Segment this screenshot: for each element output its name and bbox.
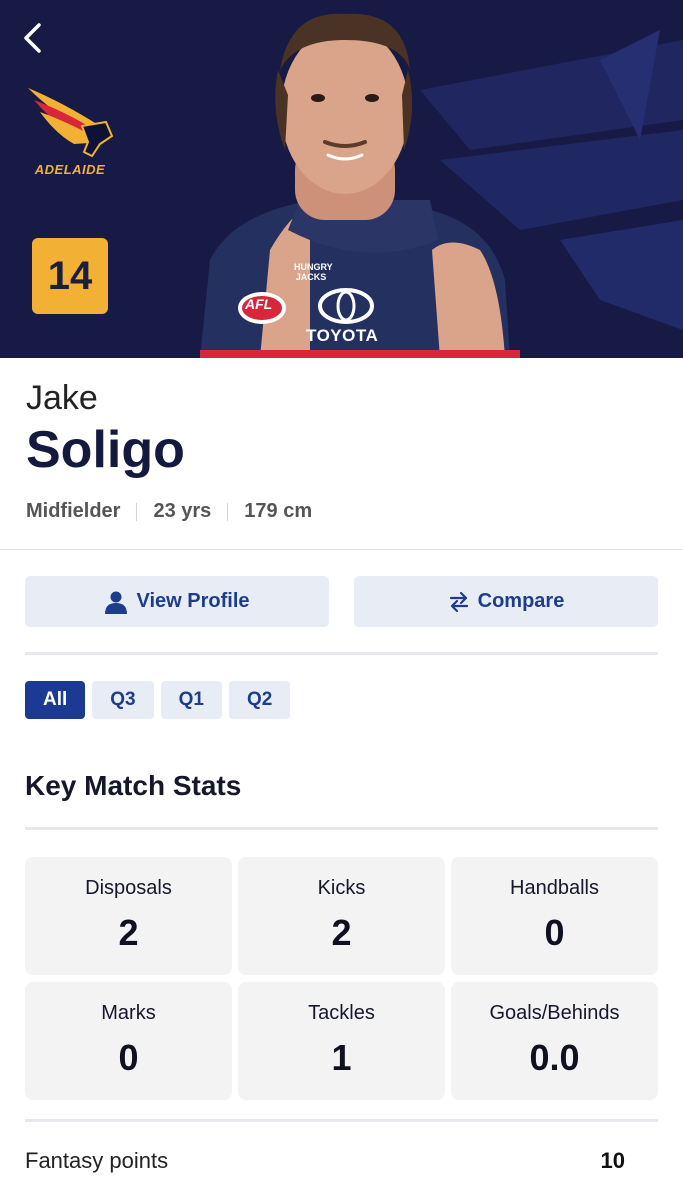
sponsor-toyota-text: TOYOTA <box>306 326 379 345</box>
person-icon <box>105 591 128 614</box>
stat-value: 1 <box>331 1037 352 1078</box>
meta-separator <box>227 502 229 521</box>
stat-card-kicks: Kicks 2 <box>238 857 445 975</box>
stat-card-marks: Marks 0 <box>25 982 232 1100</box>
section-divider <box>0 549 683 550</box>
stat-label: Kicks <box>317 877 366 899</box>
player-age: 23 yrs <box>153 500 212 522</box>
stat-label: Marks <box>101 1002 156 1024</box>
jumper-number-badge: 14 <box>32 238 108 314</box>
player-first-name: Jake <box>26 379 98 417</box>
afl-badge-text: AFL <box>245 296 273 312</box>
stat-label: Tackles <box>308 1002 375 1024</box>
filter-tab-q3[interactable]: Q3 <box>92 681 154 719</box>
stat-value: 0 <box>544 912 565 953</box>
player-height: 179 cm <box>244 500 313 522</box>
action-buttons-row: View Profile Compare <box>25 576 658 627</box>
fantasy-points-label: Fantasy points <box>25 1148 169 1173</box>
player-last-name: Soligo <box>26 421 185 479</box>
filter-tab-all[interactable]: All <box>25 681 86 719</box>
swap-arrows-icon <box>449 591 468 612</box>
compare-label: Compare <box>477 590 565 612</box>
stat-value: 0.0 <box>529 1037 580 1078</box>
stat-card-tackles: Tackles 1 <box>238 982 445 1100</box>
key-stats-grid: Disposals 2 Kicks 2 Handballs 0 Marks 0 … <box>25 857 658 1100</box>
player-position: Midfielder <box>26 500 121 522</box>
stat-value: 0 <box>118 1037 139 1078</box>
back-button[interactable] <box>14 18 50 58</box>
compare-button[interactable]: Compare <box>354 576 658 627</box>
chevron-left-icon <box>24 23 41 53</box>
section-divider <box>25 1119 658 1122</box>
section-divider <box>25 652 658 655</box>
stat-card-goals-behinds: Goals/Behinds 0.0 <box>451 982 658 1100</box>
player-hero-banner: ADELAIDE 14 AFL HUNGRY JACKS TOYOTA <box>0 0 683 358</box>
player-meta-row: Midfielder 23 yrs 179 cm <box>26 500 657 523</box>
view-profile-button[interactable]: View Profile <box>25 576 329 627</box>
key-match-stats-title: Key Match Stats <box>25 770 242 801</box>
stat-card-handballs: Handballs 0 <box>451 857 658 975</box>
stat-value: 2 <box>118 912 139 953</box>
section-divider <box>25 827 658 830</box>
fantasy-points-value: 10 <box>600 1148 625 1173</box>
view-profile-label: View Profile <box>136 590 250 612</box>
fantasy-points-row: Fantasy points 10 <box>25 1148 625 1174</box>
stat-card-disposals: Disposals 2 <box>25 857 232 975</box>
stat-value: 2 <box>331 912 352 953</box>
club-name-text: ADELAIDE <box>34 162 106 177</box>
filter-tab-q2[interactable]: Q2 <box>229 681 291 719</box>
stat-label: Handballs <box>510 877 599 899</box>
player-name-block: Jake Soligo Midfielder 23 yrs 179 cm <box>0 358 683 523</box>
filter-tab-q1[interactable]: Q1 <box>160 681 222 719</box>
stat-label: Disposals <box>85 877 172 899</box>
sponsor-hungry-jacks-text: HUNGRY JACKS <box>294 262 333 282</box>
stat-label: Goals/Behinds <box>489 1002 620 1024</box>
meta-separator <box>136 502 138 521</box>
quarter-filter-tabs: All Q3 Q1 Q2 <box>25 681 297 719</box>
